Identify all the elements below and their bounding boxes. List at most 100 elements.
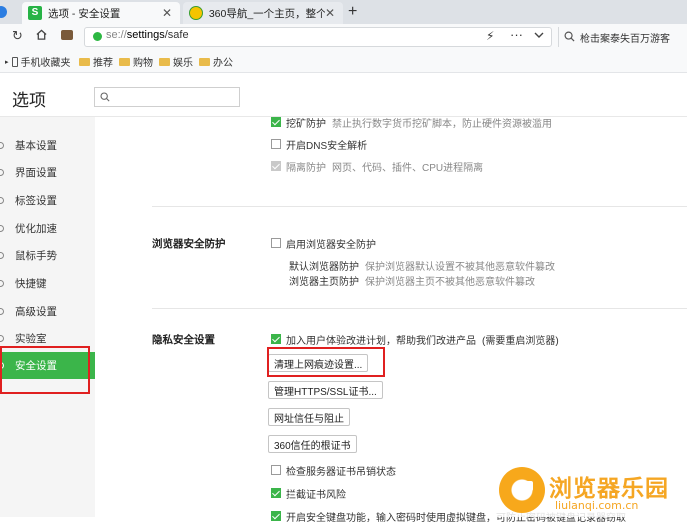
- phone-icon: [11, 56, 18, 67]
- checkbox-browser-protect[interactable]: [271, 238, 281, 248]
- tab-360-nav[interactable]: 360导航_一个主页，整个世界 ✕: [183, 2, 343, 24]
- nav-dot-icon: [0, 224, 4, 232]
- nav-dot-icon: [0, 196, 4, 204]
- bookmark-label: 购物: [133, 58, 153, 69]
- bookmark-label: 娱乐: [173, 58, 193, 69]
- url-host: settings: [126, 29, 165, 41]
- url-trust-block-button[interactable]: 网址信任与阻止: [268, 408, 350, 426]
- nav-dot-icon: [0, 279, 4, 287]
- watermark-url: liulanqi.com.cn: [555, 499, 639, 512]
- lightning-icon[interactable]: ⚡: [486, 29, 494, 43]
- option-desc: 禁止执行数字货币挖矿脚本，防止硬件资源被滥用: [332, 119, 552, 130]
- folder-icon: [79, 57, 90, 66]
- checkbox-cert-revocation[interactable]: [271, 465, 281, 475]
- folder-icon: [159, 57, 170, 66]
- sidebar-item-interface[interactable]: 界面设置: [0, 159, 95, 185]
- tab-settings[interactable]: S 选项 - 安全设置 ✕: [22, 2, 180, 24]
- manage-ssl-certificates-button[interactable]: 管理HTTPS/SSL证书...: [268, 381, 383, 399]
- option-isolation: 隔离防护 网页、代码、插件、CPU进程隔离: [286, 159, 483, 174]
- sidebar-item-basic[interactable]: 基本设置: [0, 132, 95, 158]
- secure-site-icon[interactable]: [93, 32, 102, 41]
- sidebar-item-label: 高级设置: [15, 305, 57, 318]
- highlight-box-sidebar: [0, 346, 90, 394]
- folder-icon: [119, 57, 130, 66]
- checkbox-secure-keyboard[interactable]: [271, 511, 281, 521]
- reload-icon[interactable]: ↻: [12, 28, 23, 44]
- trusted-root-certificates-button[interactable]: 360信任的根证书: [268, 435, 357, 453]
- sidebar-item-label: 界面设置: [15, 166, 57, 179]
- checkbox-mining-protection[interactable]: [271, 117, 281, 127]
- nav-dot-icon: [0, 168, 4, 176]
- page-title: 选项: [12, 91, 46, 110]
- sidebar-item-tabs[interactable]: 标签设置: [0, 187, 95, 213]
- close-tab-icon[interactable]: ✕: [325, 6, 335, 20]
- nav-dot-icon: [0, 334, 4, 342]
- protect-row-homepage: 浏览器主页防护 保护浏览器主页不被其他恶意软件篡改: [289, 273, 535, 288]
- option-label: 挖矿防护: [286, 119, 326, 130]
- nav-dot-icon: [0, 307, 4, 315]
- checkbox-dns[interactable]: [271, 139, 281, 149]
- sidebar-item-label: 标签设置: [15, 194, 57, 207]
- option-label: 加入用户体验改进计划，帮助我们改进产品: [286, 336, 476, 347]
- search-icon[interactable]: [564, 31, 575, 45]
- bookmark-label: 办公: [213, 58, 233, 69]
- option-mining-protection: 挖矿防护 禁止执行数字货币挖矿脚本，防止硬件资源被滥用: [286, 115, 552, 130]
- sidebar-item-label: 实验室: [15, 332, 47, 345]
- url-scheme: se://: [106, 29, 127, 41]
- checkbox-experience-program[interactable]: [271, 334, 281, 344]
- sidebar-item-advanced[interactable]: 高级设置: [0, 298, 95, 324]
- settings-tab-favicon-icon: S: [28, 6, 42, 20]
- section-heading-browser-protect: 浏览器安全防护: [152, 238, 226, 250]
- options-search-input[interactable]: [94, 87, 240, 107]
- bookmark-label: 推荐: [93, 58, 113, 69]
- caret-right-icon: ▸: [5, 58, 9, 66]
- section-heading-privacy: 隐私安全设置: [152, 334, 215, 346]
- bookmark-recommend[interactable]: 推荐: [79, 54, 113, 69]
- close-tab-icon[interactable]: ✕: [162, 6, 172, 20]
- option-cert-revocation: 检查服务器证书吊销状态: [286, 467, 396, 478]
- bookmark-label: 手机收藏夹: [20, 58, 71, 69]
- sidebar-item-label: 基本设置: [15, 139, 57, 152]
- folder-icon: [199, 57, 210, 66]
- checkbox-isolation: [271, 161, 281, 171]
- sidebar-item-label: 鼠标手势: [15, 249, 57, 262]
- option-browser-protect: 启用浏览器安全防护: [286, 240, 376, 251]
- protect-row-desc: 保护浏览器主页不被其他恶意软件篡改: [365, 277, 535, 288]
- section-divider: [152, 308, 687, 309]
- chevron-down-icon[interactable]: [534, 30, 544, 42]
- tab-title: 360导航_一个主页，整个世界: [208, 7, 325, 20]
- protect-row-default-browser: 默认浏览器防护 保护浏览器默认设置不被其他恶意软件篡改: [289, 258, 555, 273]
- search-icon: [100, 92, 110, 105]
- url-path: /safe: [164, 29, 189, 41]
- search-suggestion[interactable]: 枪击案泰失百万游客: [580, 30, 670, 45]
- sidebar-item-label: 优化加速: [15, 222, 57, 235]
- option-dns: 开启DNS安全解析: [286, 137, 367, 152]
- option-block-cert-risk: 拦截证书风险: [286, 490, 346, 501]
- option-label: 隔离防护: [286, 163, 326, 174]
- protect-row-desc: 保护浏览器默认设置不被其他恶意软件篡改: [365, 262, 555, 273]
- bookmark-office[interactable]: 办公: [199, 54, 233, 69]
- watermark-logo-icon: [499, 467, 545, 513]
- sidebar-item-gestures[interactable]: 鼠标手势: [0, 242, 95, 268]
- bookmark-entertainment[interactable]: 娱乐: [159, 54, 193, 69]
- more-icon[interactable]: ···: [510, 27, 523, 42]
- nav-dot-icon: [0, 251, 4, 259]
- sidebar-item-label: 快捷键: [15, 277, 47, 290]
- bookmark-mobile[interactable]: ▸ 手机收藏夹: [5, 54, 71, 69]
- option-label: 开启DNS安全解析: [286, 141, 368, 152]
- checkbox-block-cert-risk[interactable]: [271, 488, 281, 498]
- option-experience-program: 加入用户体验改进计划，帮助我们改进产品 (需要重启浏览器): [286, 332, 559, 347]
- protect-row-label: 默认浏览器防护: [289, 262, 359, 273]
- address-url[interactable]: se://settings/safe: [106, 29, 189, 41]
- home-icon[interactable]: [36, 29, 47, 40]
- protect-row-label: 浏览器主页防护: [289, 277, 359, 288]
- sidebar-item-shortcuts[interactable]: 快捷键: [0, 270, 95, 296]
- sidebar-item-speedup[interactable]: 优化加速: [0, 215, 95, 241]
- nav-dot-icon: [0, 141, 4, 149]
- wallet-icon[interactable]: [61, 30, 73, 40]
- watermark-title: 浏览器乐园: [549, 476, 669, 502]
- tab-title: 选项 - 安全设置: [48, 7, 121, 20]
- new-tab-icon[interactable]: +: [348, 3, 357, 21]
- bookmark-shopping[interactable]: 购物: [119, 54, 153, 69]
- 360-favicon-icon: [189, 6, 203, 20]
